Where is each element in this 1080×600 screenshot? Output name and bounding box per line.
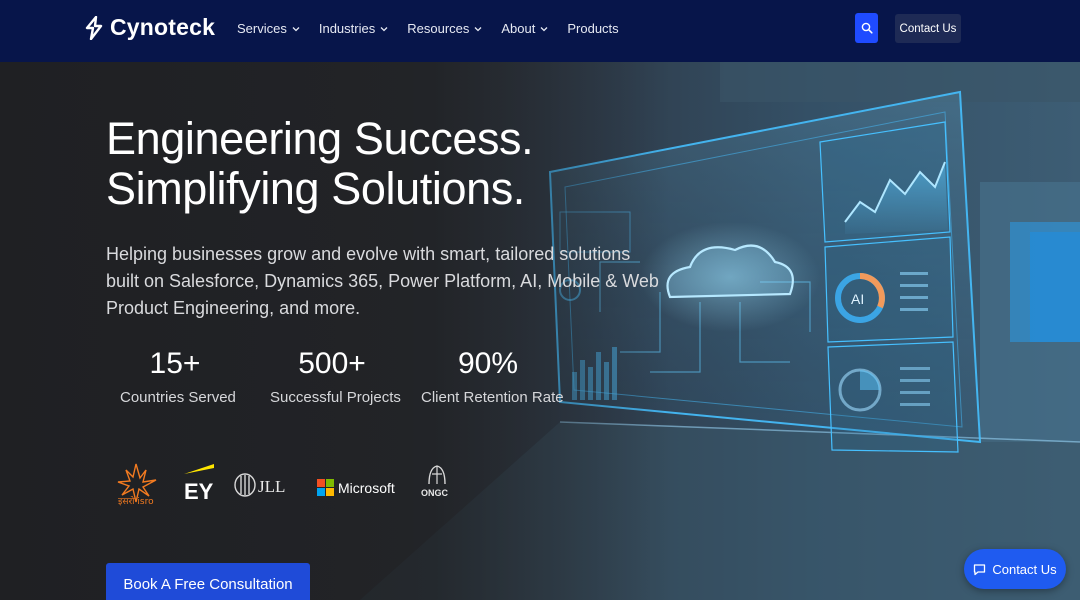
nav-item-services[interactable]: Services — [237, 21, 300, 36]
hero-subtitle: Helping businesses grow and evolve with … — [106, 244, 659, 318]
floating-contact-button[interactable]: Contact Us — [964, 549, 1066, 589]
book-consultation-button[interactable]: Book A Free Consultation — [106, 563, 310, 600]
stat-label: Countries Served — [120, 389, 236, 406]
isro-logo-icon: इसरो isro — [117, 463, 157, 506]
stat-value: 90% — [457, 347, 519, 380]
isro-logo-text: इसरो isro — [118, 495, 154, 506]
brand-name: Cynoteck — [110, 14, 216, 40]
top-navbar: Cynoteck Services Industries Resources A… — [0, 0, 1080, 62]
floating-contact-label: Contact Us — [992, 561, 1057, 577]
stat-value: 500+ — [298, 347, 366, 380]
brand-logo[interactable]: Cynoteck — [84, 14, 215, 41]
chevron-down-icon — [540, 26, 548, 31]
nav-item-label: Resources — [407, 21, 470, 36]
stat-label: Client Retention Rate — [421, 389, 564, 406]
ey-logo-text: EY — [184, 479, 214, 502]
search-icon — [861, 22, 873, 34]
nav-item-about[interactable]: About — [501, 21, 548, 36]
hero-headline: Engineering Success. Simplifying Solutio… — [106, 113, 534, 214]
jll-logo-text: JLL — [258, 477, 285, 496]
nav-item-industries[interactable]: Industries — [319, 21, 388, 36]
contact-us-button[interactable]: Contact Us — [895, 14, 961, 43]
chat-icon — [974, 563, 986, 575]
stat-projects: 500+ Successful Projects — [270, 347, 401, 406]
hero-section: AI Engineering Success. Simplifying Solu… — [0, 62, 1080, 600]
chevron-down-icon — [292, 26, 300, 31]
nav-item-label: About — [501, 21, 536, 36]
ey-logo-icon: EY — [184, 464, 214, 502]
nav-item-products[interactable]: Products — [567, 21, 618, 36]
stat-countries: 15+ Countries Served — [120, 347, 236, 406]
stat-value: 15+ — [149, 347, 201, 380]
headline-line-1: Engineering Success. — [106, 113, 534, 164]
chevron-down-icon — [380, 26, 388, 31]
main-menu: Services Industries Resources About Prod… — [237, 21, 619, 36]
stat-retention: 90% Client Retention Rate — [421, 347, 564, 406]
stat-label: Successful Projects — [270, 389, 401, 406]
ongc-logo-text: ONGC — [421, 488, 449, 498]
microsoft-logo-text: Microsoft — [338, 480, 395, 496]
search-button[interactable] — [855, 13, 878, 43]
chevron-down-icon — [474, 26, 482, 31]
jll-logo-icon: JLL — [234, 473, 285, 497]
cynoteck-logo-icon — [85, 15, 103, 40]
nav-item-resources[interactable]: Resources — [407, 21, 482, 36]
nav-item-label: Industries — [318, 21, 376, 36]
nav-item-label: Services — [237, 21, 287, 36]
microsoft-logo-icon: Microsoft — [317, 479, 395, 496]
headline-line-2: Simplifying Solutions. — [106, 163, 525, 214]
nav-item-label: Products — [567, 21, 619, 36]
ongc-logo-icon: ONGC — [421, 465, 449, 498]
